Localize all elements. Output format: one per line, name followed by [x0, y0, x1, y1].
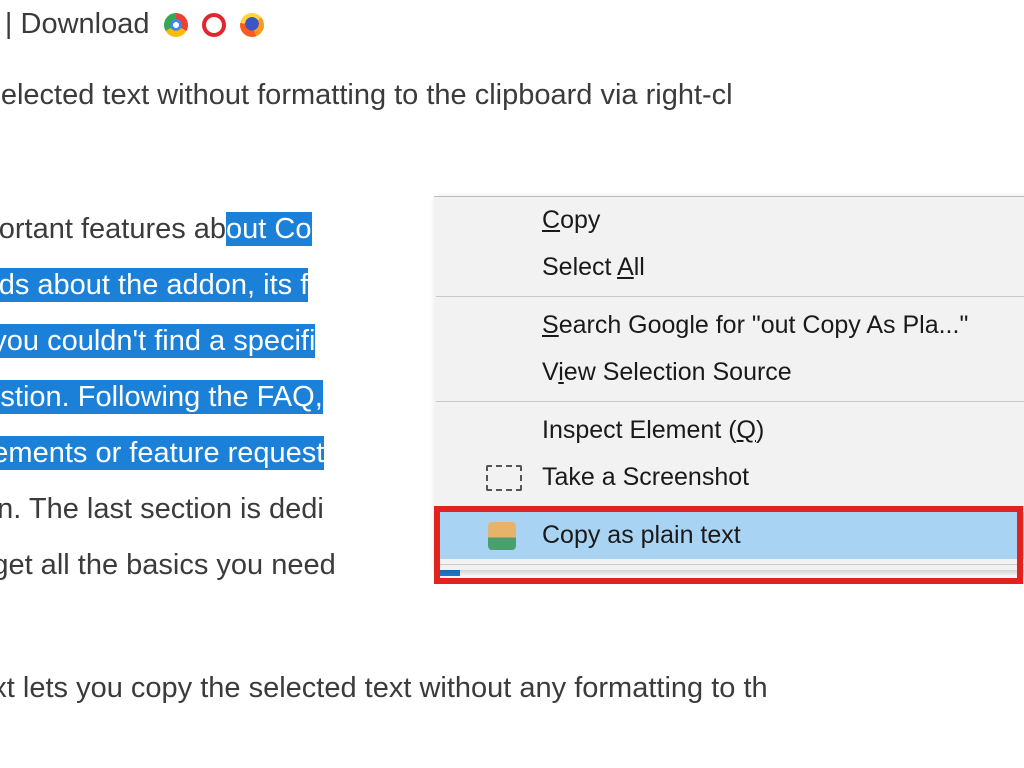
para-line5-hl: rovements or feature request — [0, 436, 324, 470]
firefox-icon[interactable] — [240, 13, 264, 37]
menu-select-all[interactable]: Select All — [434, 244, 1024, 291]
menu-copyplain-label: Copy as plain text — [542, 521, 741, 549]
download-link[interactable]: Download — [21, 8, 150, 40]
menu-separator-3 — [436, 506, 1024, 507]
menu-copy[interactable]: Copy — [434, 197, 1024, 244]
page-title: n Text | Download — [0, 0, 264, 52]
menu-inspect-post: ) — [756, 416, 764, 444]
menu-inspect-pre: Inspect Element ( — [542, 416, 737, 444]
menu-view-selection-source[interactable]: View Selection Source — [434, 349, 1024, 396]
para-line1-pre: important features ab — [0, 213, 226, 245]
menu-copy-accel: C — [542, 206, 560, 234]
menu-copy-as-plain-text[interactable]: Copy as plain text — [434, 512, 1024, 559]
trailing-paragraph: n Text lets you copy the selected text w… — [0, 660, 768, 716]
menu-inspect-element[interactable]: Inspect Element (Q) — [434, 407, 1024, 454]
menu-separator-2 — [436, 401, 1024, 402]
menu-viewsrc-post: ew Selection Source — [564, 358, 792, 386]
para-line6: lugin. The last section is dedi — [0, 493, 324, 525]
menu-viewsrc-pre: V — [542, 358, 558, 386]
para-line1-hl: out Co — [226, 212, 311, 246]
menu-take-screenshot[interactable]: Take a Screenshot — [434, 454, 1024, 501]
menu-selectall-accel: A — [617, 253, 634, 281]
context-menu: Copy Select All Search Google for "out C… — [434, 196, 1024, 570]
title-prefix: n Text | — [0, 8, 21, 40]
menu-selectall-post: ll — [634, 253, 645, 281]
para-line4-hl: question. Following the FAQ, — [0, 380, 323, 414]
menu-separator-1 — [436, 296, 1024, 297]
menu-search-accel: S — [542, 311, 559, 339]
menu-search-label: earch Google for "out Copy As Pla..." — [559, 311, 969, 339]
menu-inspect-accel: Q — [737, 416, 756, 444]
para-line7: ou get all the basics you need — [0, 549, 336, 581]
menu-search-google[interactable]: Search Google for "out Copy As Pla..." — [434, 302, 1024, 349]
para-line3-hl: . If you couldn't find a specifi — [0, 324, 315, 358]
menu-screenshot-label: Take a Screenshot — [542, 463, 749, 491]
chrome-icon[interactable] — [164, 13, 188, 37]
opera-icon[interactable] — [202, 13, 226, 37]
menu-selectall-pre: Select — [542, 253, 617, 281]
menu-copy-label: opy — [560, 206, 600, 234]
menu-separator-4 — [436, 564, 1024, 565]
para-line2-hl: words about the addon, its f — [0, 268, 308, 302]
intro-text: he selected text without formatting to t… — [0, 67, 733, 123]
